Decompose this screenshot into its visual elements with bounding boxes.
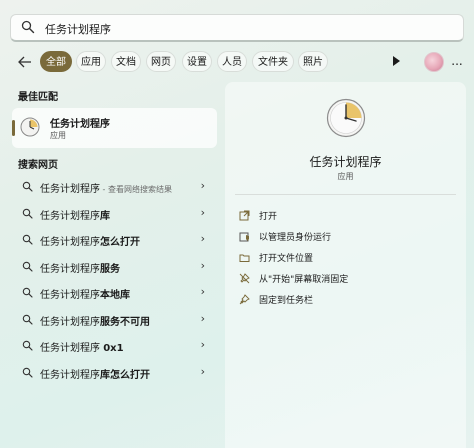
chevron-right-icon[interactable]: ›: [201, 312, 205, 325]
search-icon: [22, 181, 33, 192]
web-result-row[interactable]: 任务计划程序 0x1 ›: [12, 333, 217, 359]
task-scheduler-large-icon: [326, 98, 366, 138]
web-result-text: 任务计划程序库怎么打开: [40, 366, 150, 381]
shield-icon: [239, 232, 249, 242]
action-open[interactable]: 打开: [239, 208, 449, 224]
search-icon: [22, 314, 33, 325]
filter-people[interactable]: 人员: [217, 51, 247, 72]
query-prefix: 任务计划程序: [40, 237, 100, 248]
query-suggestion: 服务: [100, 263, 120, 275]
search-input[interactable]: 任务计划程序: [45, 21, 111, 37]
task-scheduler-icon: [20, 117, 40, 137]
query-suggestion: 库: [100, 210, 110, 222]
action-label: 从"开始"屏幕取消固定: [259, 275, 349, 285]
query-prefix: 任务计划程序: [40, 316, 100, 328]
best-match-type: 应用: [50, 131, 66, 140]
search-icon: [21, 20, 35, 34]
web-result-row[interactable]: 任务计划程序怎么打开 ›: [12, 227, 217, 253]
filter-web[interactable]: 网页: [146, 51, 176, 72]
query-prefix: 任务计划程序: [40, 263, 100, 275]
query-prefix: 任务计划程序: [40, 369, 100, 381]
web-result-text: 任务计划程序 - 查看网络搜索结果: [40, 180, 172, 195]
web-result-text: 任务计划程序本地库: [40, 286, 130, 301]
search-icon: [22, 208, 33, 219]
filter-apps[interactable]: 应用: [76, 51, 106, 72]
open-icon: [239, 210, 250, 221]
query-suggestion: 0x1: [103, 343, 124, 354]
filter-photos[interactable]: 照片: [298, 51, 328, 72]
query-suggestion: 怎么打开: [100, 237, 140, 248]
action-label: 打开: [259, 212, 278, 222]
more-options-button[interactable]: ...: [450, 52, 464, 70]
divider: [235, 194, 456, 195]
web-search-heading: 搜索网页: [18, 160, 58, 171]
folder-icon: [239, 254, 250, 262]
web-result-text: 任务计划程序 0x1: [40, 339, 124, 354]
filter-all[interactable]: 全部: [40, 51, 72, 72]
search-box[interactable]: 任务计划程序: [10, 14, 464, 42]
action-label: 固定到任务栏: [259, 296, 314, 306]
query-prefix: 任务计划程序: [40, 210, 100, 222]
web-result-row[interactable]: 任务计划程序库怎么打开 ›: [12, 360, 217, 386]
search-icon: [22, 234, 33, 245]
query-prefix: 任务计划程序: [40, 184, 100, 195]
action-pin-to-taskbar[interactable]: 固定到任务栏: [239, 292, 449, 308]
query-suggestion: 本地库: [100, 290, 130, 301]
chevron-right-icon[interactable]: ›: [201, 179, 205, 192]
web-result-row[interactable]: 任务计划程序服务不可用 ›: [12, 307, 217, 333]
chevron-right-icon[interactable]: ›: [201, 232, 205, 245]
action-unpin-from-start[interactable]: 从"开始"屏幕取消固定: [239, 271, 449, 287]
detail-panel: 任务计划程序 应用 打开 以管理员身份运行 打开文件位置 从"开始"屏幕取消固定: [225, 82, 466, 448]
query-prefix: 任务计划程序: [40, 290, 100, 301]
action-label: 以管理员身份运行: [259, 233, 332, 243]
web-result-row[interactable]: 任务计划程序本地库 ›: [12, 280, 217, 306]
web-result-text: 任务计划程序怎么打开: [40, 233, 140, 248]
filter-documents[interactable]: 文档: [111, 51, 141, 72]
play-icon[interactable]: [393, 56, 400, 66]
query-suggestion: 服务不可用: [100, 316, 150, 328]
search-icon: [22, 367, 33, 378]
chevron-right-icon[interactable]: ›: [201, 338, 205, 351]
web-result-text: 任务计划程序服务: [40, 260, 120, 275]
selection-indicator: [12, 120, 15, 136]
web-result-row[interactable]: 任务计划程序库 ›: [12, 201, 217, 227]
chevron-right-icon[interactable]: ›: [201, 285, 205, 298]
unpin-icon: [239, 273, 250, 284]
best-match-heading: 最佳匹配: [18, 92, 58, 103]
search-icon: [22, 261, 33, 272]
detail-app-name: 任务计划程序: [309, 155, 382, 169]
chevron-right-icon[interactable]: ›: [201, 206, 205, 219]
query-suggestion: 库怎么打开: [100, 369, 150, 381]
search-icon: [22, 287, 33, 298]
web-result-row[interactable]: 任务计划程序服务 ›: [12, 254, 217, 280]
chevron-right-icon[interactable]: ›: [201, 365, 205, 378]
search-icon: [22, 340, 33, 351]
detail-app-type: 应用: [337, 172, 354, 181]
back-arrow-icon[interactable]: [14, 52, 36, 72]
pin-icon: [239, 294, 250, 305]
web-result-text: 任务计划程序服务不可用: [40, 313, 150, 328]
avatar[interactable]: [424, 52, 444, 72]
web-result-row[interactable]: 任务计划程序 - 查看网络搜索结果 ›: [12, 174, 217, 200]
web-result-text: 任务计划程序库: [40, 207, 110, 222]
best-match-item[interactable]: 任务计划程序 应用: [12, 108, 217, 148]
best-match-name: 任务计划程序: [50, 119, 110, 130]
filter-folders[interactable]: 文件夹: [252, 51, 294, 72]
query-prefix: 任务计划程序: [40, 343, 104, 354]
action-run-as-admin[interactable]: 以管理员身份运行: [239, 229, 449, 245]
filter-settings[interactable]: 设置: [182, 51, 212, 72]
filter-bar: 全部 应用 文档 网页 设置 人员 文件夹 照片 ...: [0, 50, 474, 74]
action-open-file-location[interactable]: 打开文件位置: [239, 250, 449, 266]
query-note: - 查看网络搜索结果: [100, 185, 172, 194]
action-label: 打开文件位置: [259, 254, 314, 264]
chevron-right-icon[interactable]: ›: [201, 259, 205, 272]
